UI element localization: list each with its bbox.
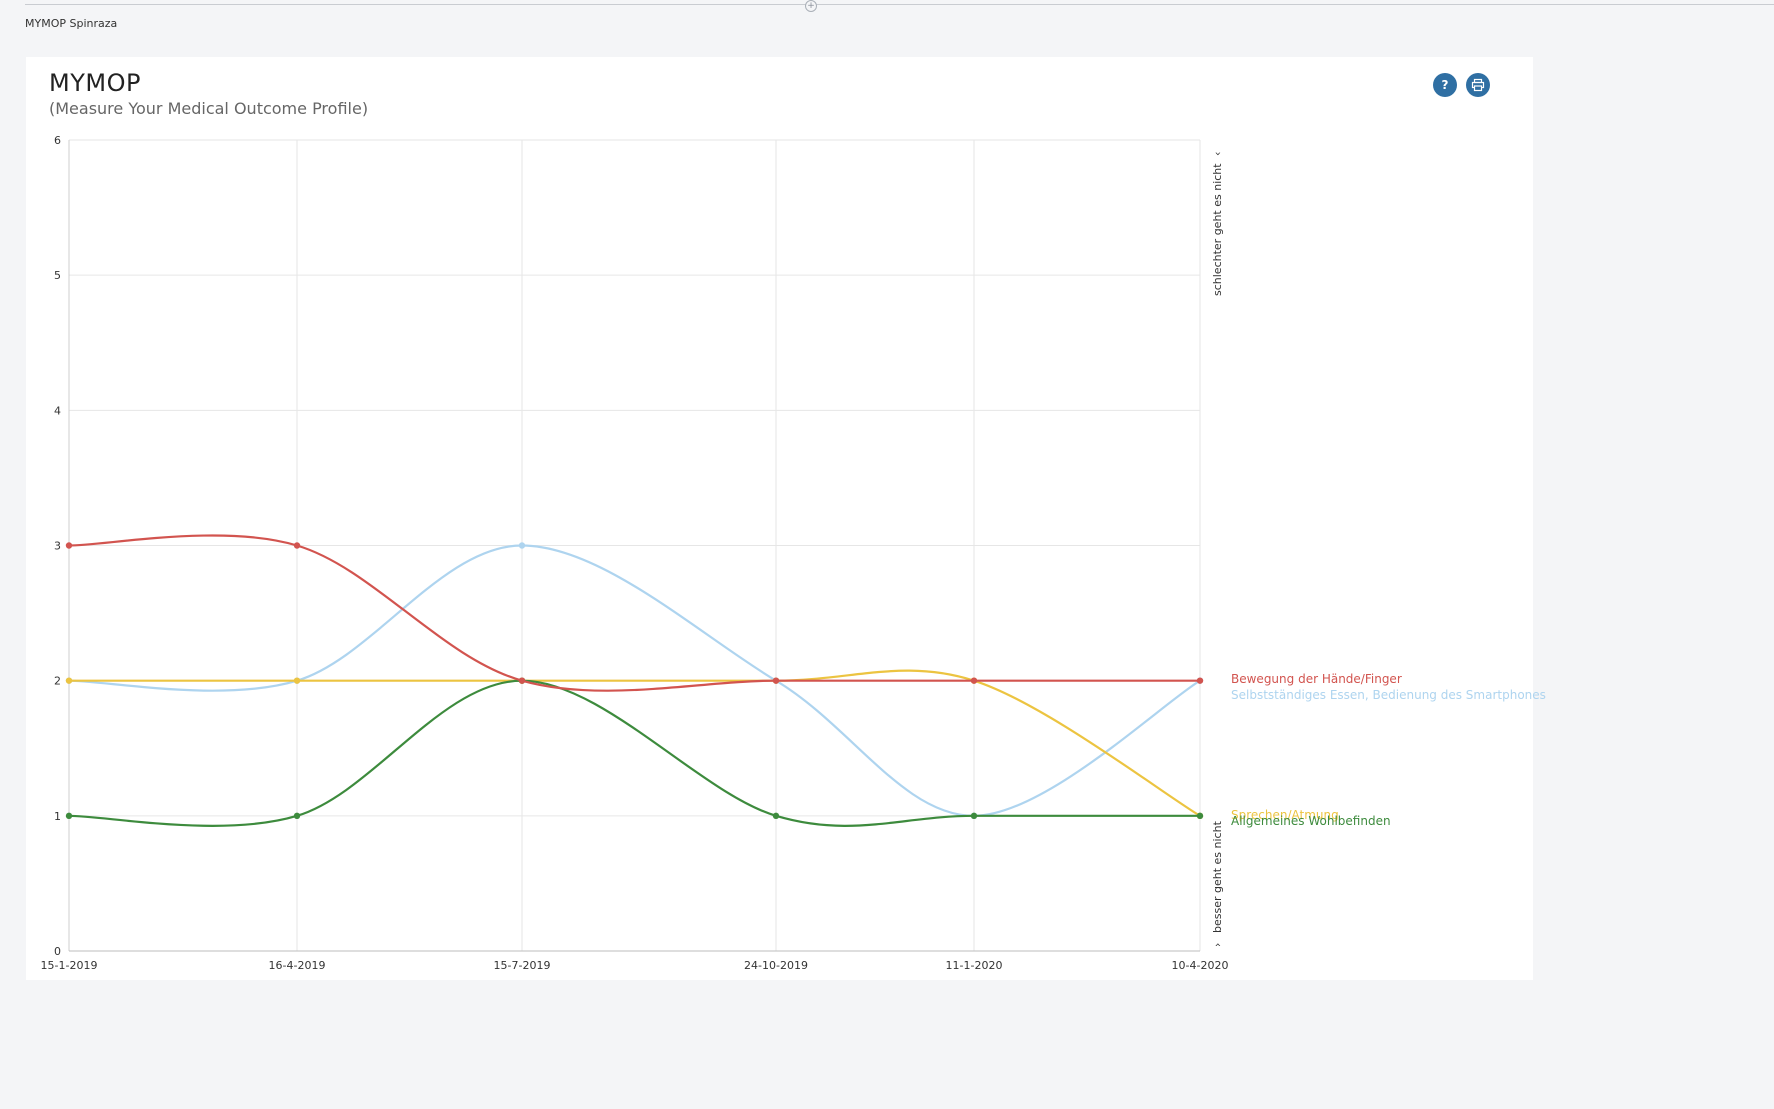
chevron-up-icon: ‹ [1211,152,1224,156]
data-point [293,677,301,684]
right-axis-bottom-label: besser geht es nicht [1211,820,1224,933]
series-label: Selbstständiges Essen, Bedienung des Sma… [1231,688,1546,702]
series-line-0 [68,534,1200,692]
data-point [970,812,978,820]
data-point [1196,677,1204,684]
data-point [293,542,301,549]
x-tick-label: 15-1-2019 [41,959,98,972]
mymop-line-chart: 0 1 2 3 4 5 6 15-1-2019 16-4-2019 15-7-2019 24-10-… [41,134,1546,972]
data-point [970,677,978,684]
data-point [518,677,526,684]
data-point [65,677,73,684]
chevron-down-icon: › [1211,943,1224,947]
data-point [1196,812,1204,820]
x-tick-label: 16-4-2019 [269,959,326,972]
x-tick-label: 24-10-2019 [744,959,808,972]
y-tick-label: 2 [54,675,61,688]
series-line-2 [69,669,1201,817]
y-tick-label: 4 [54,404,61,417]
right-axis-top-label: schlechter geht es nicht [1211,163,1224,296]
data-point [772,677,780,684]
y-tick-label: 6 [54,134,61,147]
data-point [65,542,73,549]
y-tick-label: 3 [54,540,61,553]
series-line-3 [68,679,1200,827]
data-point [518,542,526,549]
y-tick-label: 1 [54,810,61,823]
series-label: Allgemeines Wohlbefinden [1231,814,1391,828]
data-point [293,812,301,820]
x-tick-label: 10-4-2020 [1172,959,1229,972]
data-point [65,812,73,820]
y-tick-label: 0 [54,945,61,958]
y-tick-label: 5 [54,269,61,282]
series-label: Bewegung der Hände/Finger [1231,672,1402,686]
x-tick-label: 15-7-2019 [494,959,551,972]
x-tick-label: 11-1-2020 [946,959,1003,972]
data-point [772,812,780,820]
